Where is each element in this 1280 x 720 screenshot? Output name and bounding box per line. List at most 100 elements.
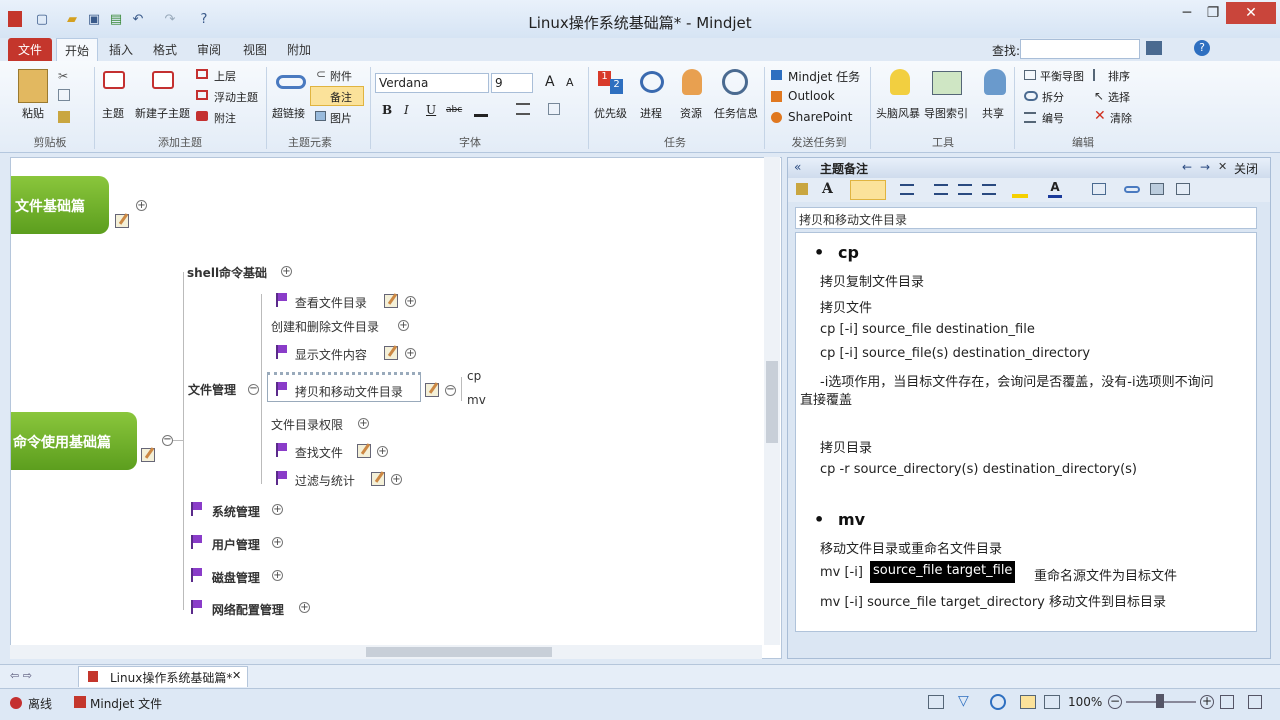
topic-shell-basics[interactable]: shell命令基础 [187, 264, 267, 281]
format-painter-icon[interactable] [58, 111, 70, 123]
topic-label[interactable]: 主题 [102, 105, 124, 121]
link-icon[interactable] [1124, 186, 1140, 193]
layout-icon[interactable] [1020, 695, 1036, 709]
topic-view-files[interactable]: 查看文件目录 [295, 296, 367, 310]
split-label[interactable]: 拆分 [1042, 89, 1064, 105]
table-icon[interactable] [1092, 183, 1106, 195]
expand-icon[interactable]: + [136, 200, 147, 211]
font-icon[interactable]: A [822, 181, 833, 197]
clear-format-icon[interactable] [548, 103, 560, 115]
topic-copy-move-files[interactable]: 拷贝和移动文件目录 [295, 385, 403, 399]
list-item[interactable]: 显示文件内容 [275, 345, 367, 363]
tab-format[interactable]: 格式 [148, 38, 182, 62]
outlook-label[interactable]: Outlook [788, 89, 835, 103]
share-icon[interactable] [984, 69, 1006, 95]
tab-view[interactable]: 视图 [238, 38, 272, 62]
clear-label[interactable]: 清除 [1110, 110, 1132, 126]
note-icon[interactable] [384, 346, 398, 360]
outline-icon[interactable] [1044, 695, 1060, 709]
topic-file-permissions[interactable]: 文件目录权限 [271, 416, 343, 433]
tab-review[interactable]: 审阅 [192, 38, 226, 62]
map-canvas[interactable]: 文件基础篇 + 命令使用基础篇 − shell命令基础 + 文件管理 − 查看文… [10, 157, 782, 659]
image-icon[interactable] [1150, 183, 1164, 195]
sort-label[interactable]: 排序 [1108, 68, 1130, 84]
expand-icon[interactable]: + [358, 418, 369, 429]
collapse-panel-icon[interactable]: « [794, 160, 801, 174]
expand-icon[interactable]: + [272, 570, 283, 581]
close-window-button[interactable]: ✕ [1226, 2, 1276, 24]
resources-icon[interactable] [682, 69, 702, 95]
note-icon[interactable] [425, 383, 439, 397]
font-color-icon[interactable] [474, 101, 488, 117]
mindjet-files-button[interactable]: Mindjet 文件 [90, 695, 162, 712]
hyperlink-icon[interactable] [276, 75, 306, 89]
tab-home[interactable]: 开始 [56, 38, 98, 62]
task-info-icon[interactable] [722, 69, 748, 95]
scroll-thumb[interactable] [366, 647, 552, 657]
expand-icon[interactable]: + [405, 348, 416, 359]
topic-filter-stats[interactable]: 过滤与统计 [295, 474, 355, 488]
view-icon[interactable] [928, 695, 944, 709]
zoom-in-icon[interactable]: + [1200, 695, 1214, 709]
refresh-icon[interactable] [990, 694, 1006, 710]
offline-status[interactable]: 离线 [28, 695, 52, 712]
note-icon[interactable] [371, 472, 385, 486]
map-index-label[interactable]: 导图索引 [924, 105, 968, 121]
filter-icon[interactable]: ▽ [958, 693, 969, 709]
close-tab-icon[interactable]: ✕ [232, 669, 241, 682]
list-item[interactable]: 用户管理 [190, 535, 260, 553]
back-arrow-icon[interactable]: ← [1182, 160, 1192, 174]
topic-user-management[interactable]: 用户管理 [212, 538, 260, 552]
expand-icon[interactable]: + [391, 474, 402, 485]
outdent-icon[interactable] [958, 184, 972, 195]
directory-icon[interactable] [1146, 41, 1162, 55]
close-panel-button[interactable]: 关闭 [1234, 160, 1258, 177]
topic-disk-management[interactable]: 磁盘管理 [212, 571, 260, 585]
tab-insert[interactable]: 插入 [104, 38, 138, 62]
tab-addins[interactable]: 附加 [282, 38, 316, 62]
image-label[interactable]: 图片 [330, 110, 352, 126]
expand-icon[interactable]: + [377, 446, 388, 457]
strikethrough-button[interactable]: abc [446, 105, 462, 115]
list-item[interactable]: 拷贝和移动文件目录 [275, 382, 403, 400]
select-label[interactable]: 选择 [1108, 89, 1130, 105]
progress-icon[interactable] [640, 71, 664, 93]
note-icon[interactable] [384, 294, 398, 308]
brainstorm-label[interactable]: 头脑风暴 [876, 105, 920, 121]
collapse-icon[interactable]: − [445, 385, 456, 396]
subtopic-label[interactable]: 新建子主题 [135, 105, 190, 121]
share-label[interactable]: 共享 [982, 105, 1004, 121]
numbering-label[interactable]: 编号 [1042, 110, 1064, 126]
selected-text[interactable]: source_file target_file [870, 561, 1016, 583]
note-icon[interactable] [357, 444, 371, 458]
expand-icon[interactable]: + [272, 504, 283, 515]
task-info-label[interactable]: 任务信息 [714, 105, 758, 121]
list-item[interactable]: 磁盘管理 [190, 568, 260, 586]
topic-cp[interactable]: cp [467, 369, 481, 383]
mindjet-tasks-label[interactable]: Mindjet 任务 [788, 68, 860, 85]
shrink-font-button[interactable]: A [566, 76, 574, 89]
copy-icon[interactable] [58, 89, 70, 101]
bold-button[interactable]: B [382, 103, 392, 117]
list-item[interactable]: 查找文件 [275, 443, 343, 461]
zoom-out-icon[interactable]: − [1108, 695, 1122, 709]
map-index-icon[interactable] [932, 71, 962, 95]
central-topic-command-basics[interactable]: 命令使用基础篇 [11, 412, 137, 470]
topic-mv[interactable]: mv [467, 393, 486, 407]
document-tab-label[interactable]: Linux操作系统基础篇* [110, 669, 232, 686]
numbered-list-icon[interactable] [900, 184, 914, 195]
text-color-icon[interactable]: A [1048, 180, 1062, 198]
vertical-scrollbar[interactable] [764, 157, 780, 645]
help-circle-icon[interactable]: ? [1194, 40, 1210, 56]
note-icon[interactable] [115, 214, 129, 228]
italic-button[interactable]: I [404, 103, 409, 117]
search-input[interactable] [1020, 39, 1140, 59]
topic-create-delete-files[interactable]: 创建和删除文件目录 [271, 318, 379, 335]
floating-topic-label[interactable]: 浮动主题 [214, 89, 258, 105]
font-size-select[interactable]: 9 [491, 73, 533, 93]
priority-label[interactable]: 优先级 [594, 105, 627, 121]
align-icon[interactable] [516, 103, 530, 115]
expand-icon[interactable]: + [299, 602, 310, 613]
align-left-button[interactable] [850, 180, 886, 200]
scroll-thumb[interactable] [766, 361, 778, 443]
